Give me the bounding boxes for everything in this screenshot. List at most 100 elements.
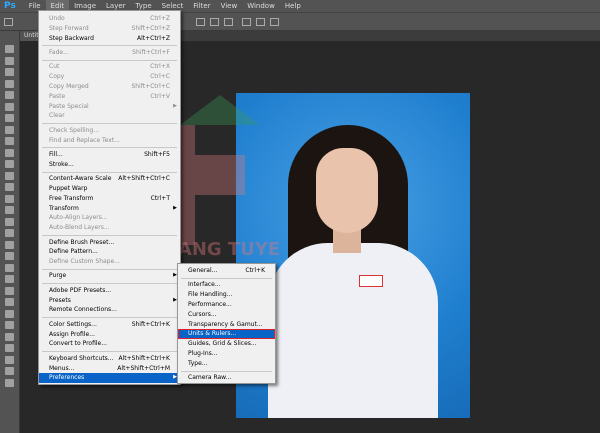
tool-icon[interactable]	[5, 344, 14, 352]
menu-item-camera-raw[interactable]: Camera Raw...	[178, 373, 275, 383]
tool-icon[interactable]	[5, 171, 14, 180]
menu-item-auto-align-layers[interactable]: Auto-Align Layers...	[39, 213, 180, 223]
tool-icon[interactable]	[5, 298, 14, 306]
align-icon[interactable]	[210, 18, 219, 26]
menu-item-interface[interactable]: Interface...	[178, 280, 275, 290]
menu-item-performance[interactable]: Performance...	[178, 300, 275, 310]
tool-icon[interactable]	[5, 137, 14, 145]
menu-item-paste[interactable]: Paste Ctrl+V	[39, 92, 180, 102]
shortcut-label: Shift+Ctrl+Z	[131, 24, 170, 32]
menu-item-type[interactable]: Type...	[178, 359, 275, 369]
menu-item-label: Fade...	[49, 48, 69, 56]
menu-item-fill[interactable]: Fill... Shift+F5	[39, 150, 180, 160]
menu-item-adobe-pdf-presets[interactable]: Adobe PDF Presets...	[39, 286, 180, 296]
tool-icon[interactable]	[5, 367, 14, 375]
tool-icon[interactable]	[5, 263, 14, 272]
menu-item-transparency-gamut[interactable]: Transparency & Gamut...	[178, 320, 275, 330]
menu-item-step-forward[interactable]: Step Forward Shift+Ctrl+Z	[39, 24, 180, 34]
menu-item-label: Transparency & Gamut...	[188, 320, 263, 328]
menu-item-remote-connections[interactable]: Remote Connections...	[39, 305, 180, 315]
tool-icon[interactable]	[5, 148, 14, 157]
tool-icon[interactable]	[5, 275, 14, 283]
menu-item-menus[interactable]: Menus... Alt+Shift+Ctrl+M	[39, 364, 180, 374]
menu-item-define-pattern[interactable]: Define Pattern...	[39, 247, 180, 257]
tool-icon[interactable]	[5, 217, 14, 226]
align-icon[interactable]	[224, 18, 233, 26]
tool-icon[interactable]	[5, 79, 14, 88]
menu-item-purge[interactable]: Purge ▶	[39, 271, 180, 281]
tool-icon[interactable]	[5, 286, 14, 295]
menu-item-plug-ins[interactable]: Plug-Ins...	[178, 349, 275, 359]
menu-item-units-rulers[interactable]: Units & Rulers...	[178, 329, 275, 340]
menu-item-step-backward[interactable]: Step Backward Alt+Ctrl+Z	[39, 34, 180, 44]
menu-item-transform[interactable]: Transform ▶	[39, 204, 180, 214]
tool-icon[interactable]	[5, 45, 14, 53]
tool-icon[interactable]	[5, 102, 14, 111]
menu-item-label: Auto-Blend Layers...	[49, 224, 110, 232]
distribute-icon[interactable]	[270, 18, 279, 26]
submenu-arrow-icon: ▶	[173, 204, 177, 211]
tool-icon[interactable]	[5, 68, 14, 76]
tool-icon[interactable]	[5, 240, 14, 249]
tool-icon[interactable]	[5, 252, 14, 260]
menu-item-fade[interactable]: Fade... Shift+Ctrl+F	[39, 48, 180, 58]
menu-item-cursors[interactable]: Cursors...	[178, 310, 275, 320]
tool-icon[interactable]	[5, 91, 14, 99]
menu-item-label: Copy	[49, 73, 65, 81]
tool-icon[interactable]	[5, 183, 14, 191]
menu-filter[interactable]: Filter	[188, 0, 215, 12]
menu-item-paste-special[interactable]: Paste Special ▶	[39, 102, 180, 112]
tool-icon[interactable]	[5, 332, 14, 341]
menu-item-preferences[interactable]: Preferences ▶	[39, 373, 180, 384]
tool-icon[interactable]	[5, 229, 14, 237]
menu-item-copy-merged[interactable]: Copy Merged Shift+Ctrl+C	[39, 82, 180, 92]
menu-item-define-custom-shape[interactable]: Define Custom Shape...	[39, 257, 180, 267]
menu-item-copy[interactable]: Copy Ctrl+C	[39, 72, 180, 82]
tool-icon[interactable]	[5, 355, 14, 364]
distribute-icon[interactable]	[256, 18, 265, 26]
menu-item-define-brush-preset[interactable]: Define Brush Preset...	[39, 238, 180, 248]
menu-item-free-transform[interactable]: Free Transform Ctrl+T	[39, 194, 180, 204]
menu-item-stroke[interactable]: Stroke...	[39, 160, 180, 170]
menu-item-find-and-replace-text[interactable]: Find and Replace Text...	[39, 136, 180, 146]
distribute-icon[interactable]	[242, 18, 251, 26]
menu-item-label: Copy Merged	[49, 82, 89, 90]
menu-item-auto-blend-layers[interactable]: Auto-Blend Layers...	[39, 223, 180, 233]
tool-icon[interactable]	[5, 378, 14, 387]
menu-item-label: Plug-Ins...	[188, 349, 218, 357]
menu-item-undo[interactable]: Undo Ctrl+Z	[39, 14, 180, 24]
menu-item-content-aware-scale[interactable]: Content-Aware Scale Alt+Shift+Ctrl+C	[39, 174, 180, 184]
menu-item-check-spelling[interactable]: Check Spelling...	[39, 126, 180, 136]
tool-icon[interactable]	[5, 56, 14, 65]
tool-icon[interactable]	[5, 114, 14, 122]
menu-item-clear[interactable]: Clear	[39, 111, 180, 121]
menu-item-assign-profile[interactable]: Assign Profile...	[39, 330, 180, 340]
shortcut-label: Shift+Ctrl+F	[132, 48, 170, 56]
menu-item-general[interactable]: General... Ctrl+K	[178, 266, 275, 276]
menu-item-color-settings[interactable]: Color Settings... Shift+Ctrl+K	[39, 320, 180, 330]
menu-item-keyboard-shortcuts[interactable]: Keyboard Shortcuts... Alt+Shift+Ctrl+K	[39, 354, 180, 364]
menu-view[interactable]: View	[216, 0, 243, 12]
edit-menu: Undo Ctrl+Z Step Forward Shift+Ctrl+Z Step B…	[38, 10, 181, 385]
menu-item-cut[interactable]: Cut Ctrl+X	[39, 62, 180, 72]
menu-item-guides-grid-slices[interactable]: Guides, Grid & Slices...	[178, 339, 275, 349]
tool-icon[interactable]	[5, 125, 14, 134]
menu-item-label: Units & Rulers...	[188, 330, 237, 338]
menu-item-label: Paste Special	[49, 102, 89, 110]
menu-item-presets[interactable]: Presets ▶	[39, 296, 180, 306]
menu-item-convert-to-profile[interactable]: Convert to Profile...	[39, 339, 180, 349]
tool-icon[interactable]	[5, 321, 14, 329]
menu-help[interactable]: Help	[280, 0, 306, 12]
menu-window[interactable]: Window	[242, 0, 280, 12]
menu-item-file-handling[interactable]: File Handling...	[178, 290, 275, 300]
tool-icon[interactable]	[5, 309, 14, 318]
shortcut-label: Alt+Shift+Ctrl+M	[117, 364, 170, 372]
align-icon[interactable]	[196, 18, 205, 26]
menu-item-label: Preferences	[49, 374, 85, 382]
menu-item-puppet-warp[interactable]: Puppet Warp	[39, 184, 180, 194]
tool-icon[interactable]	[5, 194, 14, 203]
move-tool-icon[interactable]	[4, 18, 13, 26]
menu-item-label: Camera Raw...	[188, 374, 232, 382]
tool-icon[interactable]	[5, 160, 14, 168]
tool-icon[interactable]	[5, 206, 14, 214]
